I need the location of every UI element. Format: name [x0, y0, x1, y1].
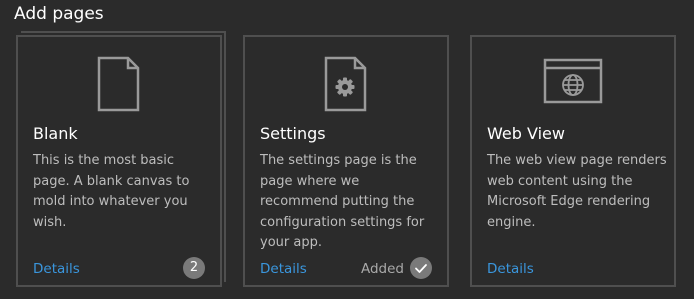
card-title: Settings — [260, 124, 326, 143]
blank-page-icon — [87, 56, 151, 112]
card-stack-edge-right — [222, 31, 226, 282]
count-badge: 2 — [183, 257, 205, 279]
card-description: The settings page is the page where we r… — [260, 153, 425, 250]
card-web-view[interactable]: Web View The web view page renders web c… — [470, 35, 676, 287]
checkmark-icon — [410, 257, 432, 279]
card-title: Web View — [487, 124, 565, 143]
card-description: The web view page renders web content us… — [487, 153, 667, 230]
added-status-label: Added — [360, 261, 404, 277]
card-description: This is the most basic page. A blank can… — [33, 153, 190, 230]
details-link[interactable]: Details — [260, 260, 307, 278]
details-link[interactable]: Details — [33, 260, 80, 278]
details-link[interactable]: Details — [487, 260, 534, 278]
settings-page-icon — [314, 56, 378, 112]
card-settings[interactable]: Settings The settings page is the page w… — [243, 35, 449, 287]
card-title: Blank — [33, 124, 78, 143]
web-view-icon — [541, 56, 605, 112]
page-title: Add pages — [14, 4, 104, 24]
card-blank[interactable]: Blank This is the most basic page. A bla… — [16, 35, 222, 287]
